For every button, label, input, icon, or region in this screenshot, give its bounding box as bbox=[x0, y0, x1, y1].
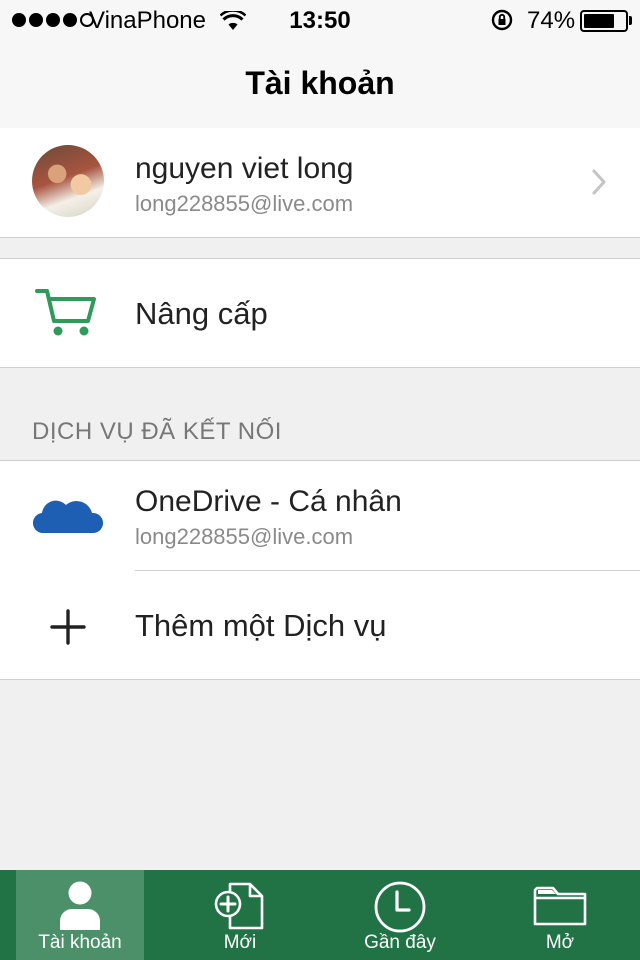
tab-new-label: Mới bbox=[223, 932, 257, 953]
tab-new[interactable]: Mới bbox=[176, 870, 304, 960]
tab-bar: Tài khoản Mới Gần đây Mở bbox=[0, 870, 640, 960]
profile-name: nguyen viet long bbox=[135, 152, 354, 185]
navigation-bar: Tài khoản bbox=[0, 40, 640, 129]
avatar bbox=[32, 145, 104, 217]
tab-account-label: Tài khoản bbox=[38, 932, 122, 953]
chevron-right-icon bbox=[590, 168, 608, 201]
service-item-onedrive[interactable]: OneDrive - Cá nhân long228855@live.com bbox=[0, 461, 640, 570]
connected-services-header: DỊCH VỤ ĐÃ KẾT NỐI bbox=[32, 418, 282, 445]
folder-icon bbox=[532, 880, 588, 933]
onedrive-cloud-icon bbox=[32, 495, 104, 540]
add-service-label: Thêm một Dịch vụ bbox=[135, 608, 387, 643]
battery-icon bbox=[580, 10, 628, 32]
status-bar: VinaPhone 13:50 74% bbox=[0, 0, 640, 40]
upgrade-row[interactable]: Nâng cấp bbox=[0, 258, 640, 368]
profile-row[interactable]: nguyen viet long long228855@live.com bbox=[0, 128, 640, 238]
service-email: long228855@live.com bbox=[135, 524, 354, 549]
upgrade-label: Nâng cấp bbox=[135, 296, 268, 331]
add-service-row[interactable]: Thêm một Dịch vụ bbox=[0, 571, 640, 681]
tab-open-label: Mở bbox=[545, 932, 575, 953]
tab-recent-label: Gần đây bbox=[364, 932, 436, 953]
tab-recent[interactable]: Gần đây bbox=[336, 870, 464, 960]
battery-level-fill bbox=[584, 14, 614, 28]
service-name: OneDrive - Cá nhân bbox=[135, 485, 402, 518]
cart-icon bbox=[34, 285, 98, 346]
new-document-icon bbox=[212, 880, 268, 937]
clock-icon bbox=[373, 880, 427, 939]
tab-open[interactable]: Mở bbox=[496, 870, 624, 960]
person-icon bbox=[58, 880, 102, 937]
services-list: OneDrive - Cá nhân long228855@live.com T… bbox=[0, 460, 640, 680]
battery-tip bbox=[629, 16, 632, 25]
rotation-lock-icon bbox=[491, 9, 513, 38]
plus-icon bbox=[50, 609, 86, 650]
page-title: Tài khoản bbox=[245, 65, 395, 101]
profile-email: long228855@live.com bbox=[135, 191, 354, 216]
battery-percent: 74% bbox=[527, 7, 576, 34]
tab-account[interactable]: Tài khoản bbox=[16, 870, 144, 960]
